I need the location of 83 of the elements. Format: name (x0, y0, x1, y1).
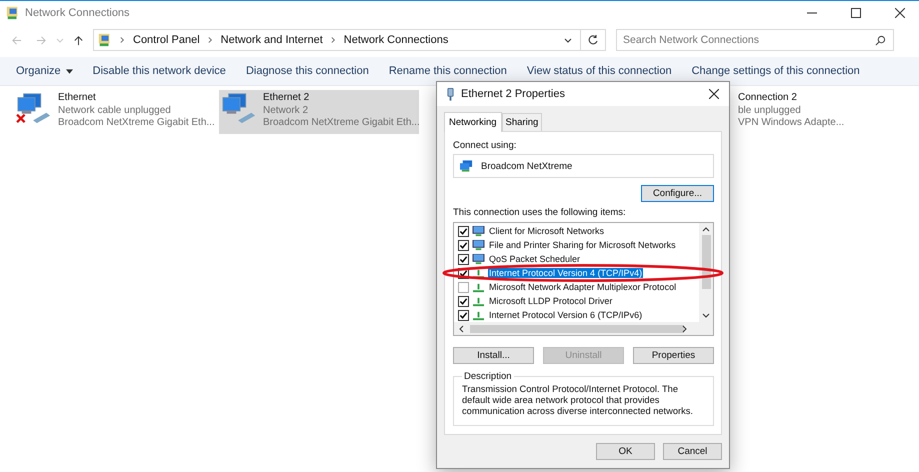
list-item[interactable]: File and Printer Sharing for Microsoft Networks (454, 238, 699, 252)
item-label: Internet Protocol Version 6 (TCP/IPv6) (488, 310, 644, 320)
network-adapter-icon (460, 160, 473, 172)
refresh-icon (587, 34, 599, 46)
network-folder-icon (6, 6, 20, 20)
checkbox[interactable] (458, 282, 469, 292)
computer-icon (472, 254, 485, 264)
search-field[interactable]: Search Network Connections (616, 29, 894, 51)
description-label: Description (463, 371, 513, 382)
protocol-icon (472, 296, 485, 306)
tab[interactable]: Networking (444, 112, 502, 132)
close-icon[interactable] (709, 89, 719, 99)
item-label: Microsoft Network Adapter Multiplexor Protocol (488, 282, 678, 292)
connect-using-label: Connect using: (453, 140, 518, 151)
configure-button[interactable]: Configure... (641, 185, 714, 202)
vertical-scrollbar[interactable] (699, 223, 713, 322)
checkbox[interactable] (458, 310, 469, 320)
connection-status: ble unplugged (738, 104, 802, 117)
connection-name: Ethernet (58, 92, 97, 104)
refresh-button[interactable] (580, 29, 606, 51)
computer-icon (472, 240, 485, 250)
item-label: Client for Microsoft Networks (488, 226, 606, 236)
network-plug-icon (447, 88, 454, 100)
computer-icon (472, 226, 485, 236)
items-label: This connection uses the following items: (453, 207, 627, 218)
network-folder-icon (98, 33, 112, 47)
chevron-right-icon (208, 36, 213, 44)
tab[interactable]: Sharing (502, 113, 542, 131)
chevron-right-icon (120, 36, 125, 44)
adapter-name: Broadcom NetXtreme Gigabit Eth... (58, 117, 215, 130)
command-button[interactable]: Rename this connection (378, 62, 517, 80)
connection-name: Connection 2 (738, 92, 798, 104)
horizontal-scrollbar[interactable] (454, 322, 713, 335)
dialog-button[interactable]: Cancel (663, 443, 722, 460)
list-item[interactable]: Client for Microsoft Networks (454, 224, 699, 238)
address-bar[interactable]: Control Panel Network and Internet Network Connections (93, 29, 581, 51)
search-icon (875, 35, 886, 46)
maximize-icon[interactable] (851, 8, 861, 18)
chevron-down-icon[interactable] (564, 36, 572, 44)
checkbox[interactable] (458, 226, 469, 236)
protocol-icon (472, 282, 485, 292)
item-label: QoS Packet Scheduler (488, 254, 582, 264)
adapter-name: Broadcom NetXtreme Gigabit Eth... (263, 117, 420, 130)
adapter-name: VPN Windows Adapte... (738, 117, 846, 130)
command-button[interactable]: View status of this connection (516, 62, 682, 80)
list-item[interactable]: Microsoft Network Adapter Multiplexor Protocol (454, 280, 699, 294)
breadcrumb[interactable]: Network and Internet (220, 34, 323, 46)
command-button[interactable]: Disable this network device (82, 62, 236, 80)
close-icon[interactable] (895, 8, 905, 18)
item-label: Internet Protocol Version 4 (TCP/IPv4) (488, 268, 644, 278)
breadcrumb[interactable]: Control Panel (133, 34, 200, 46)
connection-status: Network 2 (263, 104, 310, 117)
description-text: Transmission Control Protocol/Internet Protocol. The default wide area network protocol that provides communication across diverse interconnected networks. (462, 384, 694, 417)
connection-status: Network cable unplugged (58, 104, 172, 117)
up-arrow-icon[interactable] (73, 34, 84, 46)
scroll-left-icon[interactable] (458, 324, 464, 332)
checkbox[interactable] (458, 240, 469, 250)
list-item[interactable]: QoS Packet Scheduler (454, 252, 699, 266)
command-button[interactable]: Change settings of this connection (682, 62, 870, 80)
connection-item[interactable]: Ethernet 2 Network 2 Broadcom NetXtreme Gigabit Eth... (219, 90, 419, 134)
protocol-icon (472, 310, 485, 320)
scroll-right-icon[interactable] (682, 324, 688, 332)
item-label: Microsoft LLDP Protocol Driver (488, 296, 614, 306)
action-button[interactable]: Properties (633, 347, 714, 364)
checkbox[interactable] (458, 296, 469, 306)
scroll-up-icon[interactable] (702, 226, 710, 232)
dialog-title: Ethernet 2 Properties (461, 88, 565, 100)
window-title: Network Connections (25, 7, 130, 19)
list-item[interactable]: Microsoft LLDP Protocol Driver (454, 294, 699, 308)
connection-item[interactable]: Ethernet Network cable unplugged Broadcom NetXtreme Gigabit Eth... (14, 90, 219, 134)
breadcrumb[interactable]: Network Connections (344, 34, 448, 46)
command-button[interactable]: Diagnose this connection (236, 62, 379, 80)
adapter-name: Broadcom NetXtreme (481, 160, 572, 172)
action-button[interactable]: Install... (453, 347, 534, 364)
chevron-right-icon (330, 36, 336, 44)
caret-icon (66, 68, 73, 74)
scroll-down-icon[interactable] (702, 313, 710, 319)
connection-name: Ethernet 2 (263, 92, 310, 104)
list-item[interactable]: Internet Protocol Version 6 (TCP/IPv6) (454, 308, 699, 322)
item-label: File and Printer Sharing for Microsoft Networks (488, 240, 677, 250)
checkbox[interactable] (458, 254, 469, 264)
organize-menu[interactable]: Organize (6, 62, 83, 80)
dialog-button[interactable]: OK (596, 443, 655, 460)
